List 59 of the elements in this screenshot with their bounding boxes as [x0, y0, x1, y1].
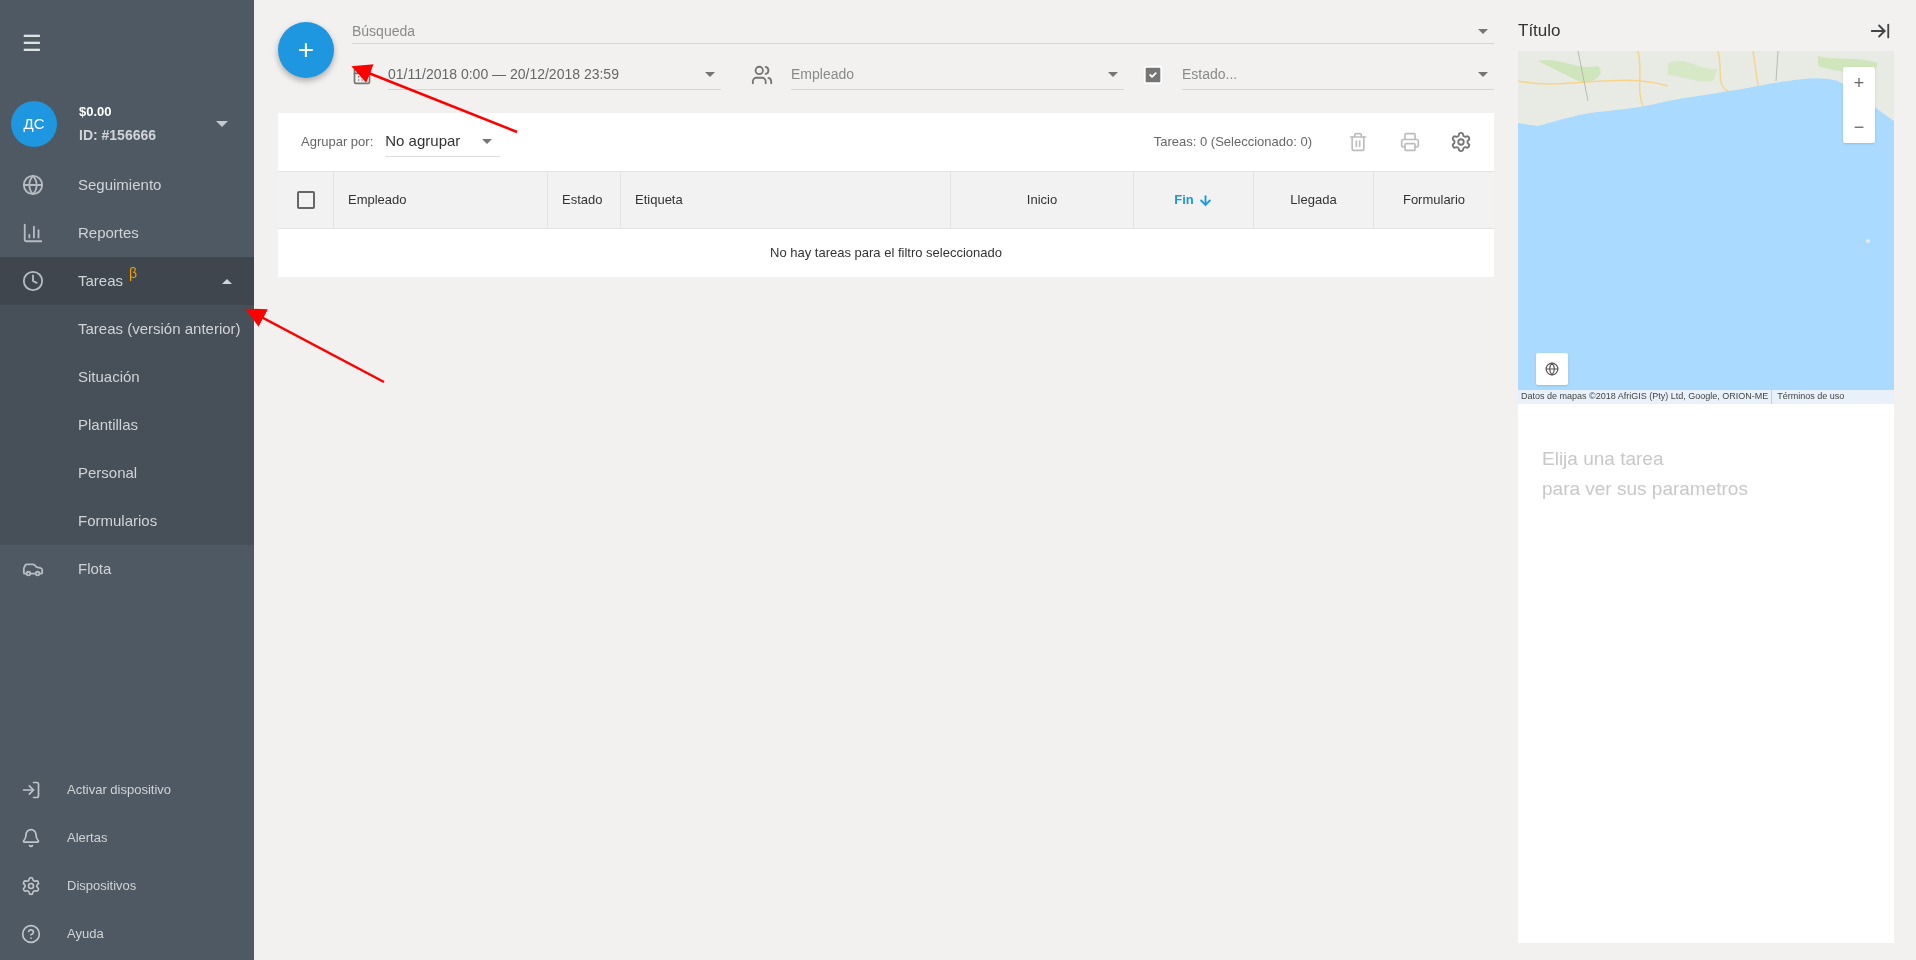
- nav-item[interactable]: Dispositivos: [0, 862, 254, 910]
- clock-pin-icon: [22, 270, 44, 292]
- avatar: ДС: [11, 101, 57, 147]
- caret-icon: [705, 72, 715, 77]
- settings-icon: [21, 876, 41, 896]
- select-all-checkbox[interactable]: [296, 191, 315, 209]
- settings-icon[interactable]: [1450, 131, 1472, 153]
- submenu-item[interactable]: Personal: [0, 449, 254, 497]
- beta-label: β: [129, 264, 138, 283]
- group-by-label: Agrupar por:: [301, 133, 374, 152]
- group-by-select[interactable]: No agrupar: [385, 127, 501, 157]
- caret-icon: [1108, 72, 1118, 77]
- empty-message: No hay tareas para el filtro seleccionado: [770, 244, 1002, 263]
- bell-icon: [21, 828, 41, 848]
- column-header[interactable]: Llegada: [1290, 190, 1337, 210]
- column-header[interactable]: Inicio: [1026, 190, 1058, 210]
- add-button[interactable]: +: [278, 22, 334, 78]
- bar-chart-icon: [22, 222, 44, 244]
- submenu-item[interactable]: Plantillas: [0, 401, 254, 449]
- submenu-item[interactable]: Tareas (versión anterior): [0, 305, 254, 353]
- zoom-in-button[interactable]: +: [1843, 67, 1875, 99]
- checkbox-icon: [1142, 64, 1164, 86]
- status-field[interactable]: Estado...: [1182, 60, 1494, 90]
- column-header[interactable]: Formulario: [1402, 190, 1466, 210]
- nav-item[interactable]: Activar dispositivo: [0, 766, 254, 814]
- employee-field[interactable]: Empleado: [791, 60, 1124, 90]
- map-attribution: Datos de mapas ©2018 AfriGIS (Pty) Ltd, Google, ORION-ME Términos de uso: [1518, 390, 1894, 404]
- submenu-item[interactable]: Formularios: [0, 497, 254, 545]
- column-header[interactable]: Empleado: [348, 190, 407, 210]
- zoom-out-button[interactable]: −: [1843, 111, 1875, 143]
- nav-item[interactable]: Alertas: [0, 814, 254, 862]
- device-login-icon: [21, 780, 41, 800]
- panel-title: Título: [1518, 20, 1561, 43]
- caret-icon: [1478, 72, 1488, 77]
- sort-arrow-icon: [1197, 192, 1213, 208]
- caret-icon: [482, 139, 493, 144]
- help-icon: [21, 924, 41, 944]
- nav-item[interactable]: Flota: [0, 545, 254, 593]
- people-icon: [751, 64, 773, 86]
- nav-item[interactable]: Ayuda: [0, 910, 254, 958]
- menu-button[interactable]: ☰: [22, 33, 42, 55]
- globe-icon: [22, 174, 44, 196]
- account-id: ID: #156666: [79, 126, 158, 146]
- collapse-caret-icon[interactable]: [222, 278, 232, 284]
- search-field[interactable]: Búsqueda: [352, 20, 1494, 44]
- nav-item[interactable]: Reportes: [0, 209, 254, 257]
- date-range-field[interactable]: 01/11/2018 0:00 — 20/12/2018 23:59: [388, 60, 721, 90]
- balance: $0.00: [79, 102, 113, 121]
- column-header[interactable]: Estado: [562, 190, 603, 210]
- nav-item[interactable]: Seguimiento: [0, 161, 254, 209]
- globe-icon: [1545, 362, 1559, 376]
- caret-icon[interactable]: [216, 121, 228, 127]
- map-type-button[interactable]: [1536, 353, 1568, 385]
- column-header[interactable]: Fin: [1174, 190, 1213, 210]
- submenu-item[interactable]: Situación: [0, 353, 254, 401]
- column-header[interactable]: Etiqueta: [635, 190, 683, 210]
- nav-item[interactable]: Tareas β: [0, 257, 254, 305]
- caret-icon: [1478, 29, 1488, 34]
- task-count: Tareas: 0 (Seleccionado: 0): [1153, 133, 1312, 152]
